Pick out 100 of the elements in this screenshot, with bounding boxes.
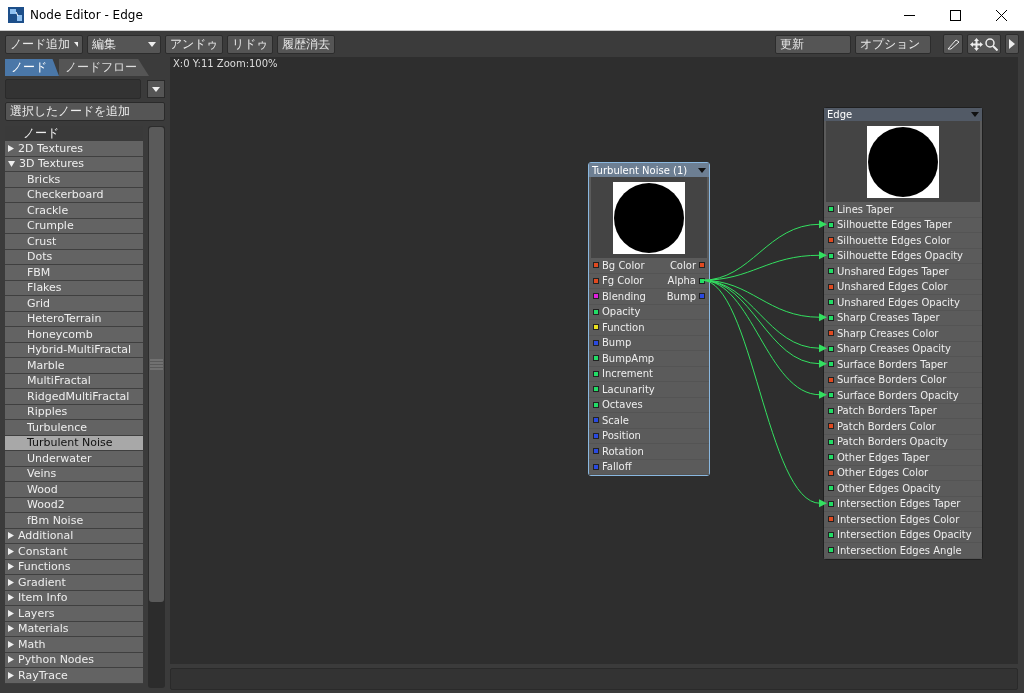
node-list-item[interactable]: Crust [5,234,143,250]
input-port[interactable] [828,314,834,321]
input-port[interactable] [593,308,599,315]
view-tools-button[interactable] [967,34,1001,54]
port-label: Silhouette Edges Taper [837,219,952,231]
panel-tab[interactable]: ノード [5,59,59,76]
input-port[interactable] [828,252,834,259]
category-item[interactable]: Constant [5,544,143,560]
node-list-item[interactable]: Grid [5,296,143,312]
input-port[interactable] [828,547,834,554]
node-panel[interactable] [823,107,983,560]
output-port[interactable] [699,277,705,284]
input-port[interactable] [593,293,599,300]
input-port[interactable] [828,500,834,507]
scrollbar[interactable] [148,126,165,688]
node-list-item[interactable]: Crackle [5,203,143,219]
toolbar-button[interactable]: 履歴消去 [277,34,335,54]
input-port[interactable] [593,448,599,455]
input-port[interactable] [593,355,599,362]
node-list-item[interactable]: Bricks [5,172,143,188]
node-list-item[interactable]: fBm Noise [5,513,143,529]
port-label: Function [602,321,645,333]
input-port[interactable] [593,370,599,377]
input-port[interactable] [828,221,834,228]
node-list-item[interactable]: Underwater [5,451,143,467]
input-port[interactable] [593,417,599,424]
port-label: Other Edges Opacity [837,482,941,494]
node-list-item[interactable]: Honeycomb [5,327,143,343]
input-port[interactable] [593,386,599,393]
category-item[interactable]: Layers [5,606,143,622]
node-panel[interactable]: Turbulent Noise (1) Bg Color Color Fg Color Alpha Blending Bump Opacity Function Bump BumpAmp Increment Lacunarity Octaves Scale Position Rotation Falloff [588,162,710,476]
category-item[interactable]: RayTrace [5,668,143,684]
port-label: Patch Borders Opacity [837,436,949,448]
input-port[interactable] [828,345,834,352]
output-port[interactable] [699,262,705,269]
node-list-item[interactable]: FBM [5,265,143,281]
port-label: Bg Color [602,259,645,271]
node-list-item[interactable]: Turbulence [5,420,143,436]
play-arrow-icon [1008,39,1016,49]
port-label: Increment [602,368,653,380]
port-label: Sharp Creases Opacity [837,343,951,355]
input-port[interactable] [593,401,599,408]
toolbar-button[interactable]: アンドゥ [165,34,223,54]
port-label: Lacunarity [602,383,655,395]
input-port[interactable] [828,438,834,445]
expand-button[interactable] [1005,34,1019,54]
toolbar-button[interactable]: リドゥ [227,34,273,54]
port-label: Other Edges Taper [837,451,930,463]
input-port[interactable] [828,485,834,492]
category-item[interactable]: Math [5,637,143,653]
input-port[interactable] [593,339,599,346]
input-port[interactable] [593,277,599,284]
input-port[interactable] [828,376,834,383]
input-port[interactable] [828,283,834,290]
category-item[interactable]: 2D Textures [5,141,143,157]
input-port[interactable] [828,237,834,244]
add-node-button[interactable]: 選択したノードを追加 [5,102,165,121]
input-port[interactable] [828,392,834,399]
port-label: Falloff [602,461,632,473]
caret-icon [148,41,156,47]
input-port[interactable] [828,330,834,337]
port-label: Color [669,259,696,271]
dropdown-button[interactable] [147,80,165,98]
input-port[interactable] [593,324,599,331]
category-item[interactable]: Gradient [5,575,143,591]
input-port[interactable] [828,407,834,414]
input-port[interactable] [593,463,599,470]
toolbar-button[interactable]: 更新 [775,34,851,54]
caret-icon [698,167,706,173]
input-port[interactable] [593,432,599,439]
toolbar-button[interactable]: オプション [855,34,931,54]
port-label: Silhouette Edges Opacity [837,250,964,262]
caret-icon [74,41,78,47]
port-label: Surface Borders Opacity [837,389,959,401]
brush-icon [946,38,960,50]
node-list-item[interactable]: Wood [5,482,143,498]
port-label: Sharp Creases Color [837,327,939,339]
input-port[interactable] [828,268,834,275]
input-port[interactable] [828,454,834,461]
brush-tool-button[interactable] [943,34,963,54]
input-port[interactable] [828,531,834,538]
input-port[interactable] [828,469,834,476]
node-list-item[interactable]: Marble [5,358,143,374]
node-title: Turbulent Noise (1) [592,164,688,176]
move-icon [970,37,983,51]
port-label: Patch Borders Taper [837,405,937,417]
input-port[interactable] [828,516,834,523]
input-port[interactable] [828,299,834,306]
node-canvas[interactable] [170,57,1018,664]
input-port[interactable] [828,361,834,368]
dropdown-button[interactable]: 編集 [87,34,161,54]
panel-tab[interactable]: ノードフロー [59,59,149,76]
dropdown-button[interactable]: ノード追加 [5,34,83,54]
node-list-item[interactable]: RidgedMultiFractal [5,389,143,405]
port-label: Fg Color [602,275,644,287]
canvas-status: X:0 Y:11 Zoom:100% [173,58,278,69]
input-port[interactable] [828,206,834,213]
input-port[interactable] [593,262,599,269]
port-label: Octaves [602,399,643,411]
input-port[interactable] [828,423,834,430]
